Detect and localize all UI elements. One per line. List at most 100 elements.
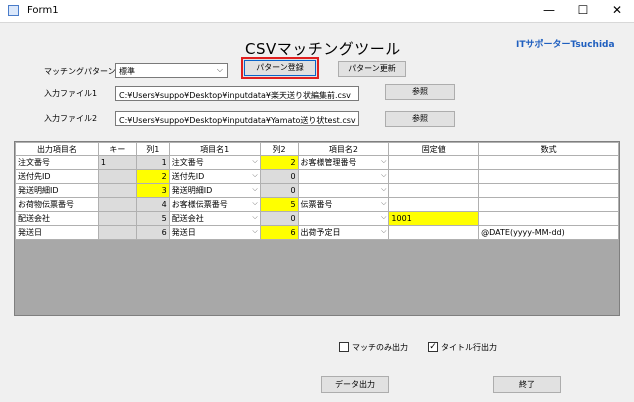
cell-key[interactable]: 1 xyxy=(97,155,137,170)
cell-col2-text: 0 xyxy=(290,214,296,223)
title-row-checkbox[interactable]: ✓ xyxy=(428,342,438,352)
cell-col2[interactable]: 5 xyxy=(259,197,299,212)
register-pattern-button[interactable]: パターン登録 xyxy=(241,57,319,79)
cell-output-name[interactable]: 配送会社 xyxy=(15,211,99,226)
cell-col2[interactable]: 0 xyxy=(259,169,299,184)
cell-item1[interactable]: 発送明細ID ⌵ xyxy=(168,183,261,198)
header-output-name: 出力項目名 xyxy=(15,142,99,156)
chevron-down-icon[interactable]: ⌵ xyxy=(252,213,257,222)
browse-file2-button[interactable]: 参照 xyxy=(385,111,455,127)
cell-key[interactable] xyxy=(97,169,137,184)
pattern-label: マッチングパターン xyxy=(44,67,116,76)
cell-formula[interactable] xyxy=(478,211,619,226)
cell-item2[interactable]: ⌵ xyxy=(297,183,390,198)
chevron-down-icon[interactable]: ⌵ xyxy=(381,171,386,180)
cell-fixed[interactable] xyxy=(388,225,480,240)
page-title: CSVマッチングツール xyxy=(245,40,401,58)
cell-output-name[interactable]: 送付先ID xyxy=(15,169,99,184)
cell-key[interactable] xyxy=(97,211,137,226)
chevron-down-icon[interactable]: ⌵ xyxy=(252,227,257,236)
cell-col2[interactable]: 0 xyxy=(259,211,299,226)
cell-item2[interactable]: 出荷予定日 ⌵ xyxy=(297,225,390,240)
cell-output-name-text: 配送会社 xyxy=(18,214,50,223)
cell-formula[interactable] xyxy=(478,155,619,170)
close-button[interactable]: ✕ xyxy=(600,0,634,22)
match-only-checkbox[interactable] xyxy=(339,342,349,352)
cell-item2[interactable]: ⌵ xyxy=(297,169,390,184)
cell-col1[interactable]: 3 xyxy=(135,183,170,198)
match-only-label: マッチのみ出力 xyxy=(352,343,408,352)
cell-col1[interactable]: 4 xyxy=(135,197,170,212)
maximize-button[interactable]: ☐ xyxy=(566,0,600,22)
cell-output-name[interactable]: お荷物伝票番号 xyxy=(15,197,99,212)
cell-col2[interactable]: 6 xyxy=(259,225,299,240)
table-row[interactable]: 発送日 6 発送日 ⌵ 6 出荷予定日 ⌵ @DATE(yyyy-MM-dd) xyxy=(15,225,619,240)
cell-col2-text: 0 xyxy=(290,186,296,195)
table-row[interactable]: 送付先ID 2 送付先ID ⌵ 0 ⌵ xyxy=(15,169,619,184)
minimize-button[interactable]: — xyxy=(532,0,566,22)
chevron-down-icon[interactable]: ⌵ xyxy=(252,185,257,194)
chevron-down-icon[interactable]: ⌵ xyxy=(252,171,257,180)
cell-fixed[interactable] xyxy=(388,197,480,212)
cell-item2[interactable]: ⌵ xyxy=(297,211,390,226)
cell-output-name[interactable]: 発送日 xyxy=(15,225,99,240)
cell-formula[interactable] xyxy=(478,183,619,198)
cell-col2-text: 6 xyxy=(290,228,296,237)
cell-fixed[interactable] xyxy=(388,155,480,170)
cell-col1[interactable]: 5 xyxy=(135,211,170,226)
chevron-down-icon[interactable]: ⌵ xyxy=(381,185,386,194)
cell-item1[interactable]: 注文番号 ⌵ xyxy=(168,155,261,170)
table-row[interactable]: 発送明細ID 3 発送明細ID ⌵ 0 ⌵ xyxy=(15,183,619,198)
cell-col2[interactable]: 2 xyxy=(259,155,299,170)
chevron-down-icon[interactable]: ⌵ xyxy=(381,157,386,166)
cell-fixed[interactable] xyxy=(388,183,480,198)
cell-key[interactable] xyxy=(97,197,137,212)
browse-file1-button[interactable]: 参照 xyxy=(385,84,455,100)
update-pattern-button[interactable]: パターン更新 xyxy=(338,61,406,77)
cell-formula[interactable] xyxy=(478,197,619,212)
cell-formula[interactable]: @DATE(yyyy-MM-dd) xyxy=(478,225,619,240)
exit-button[interactable]: 終了 xyxy=(493,376,561,393)
cell-item1[interactable]: お客様伝票番号 ⌵ xyxy=(168,197,261,212)
cell-output-name[interactable]: 注文番号 xyxy=(15,155,99,170)
cell-item1[interactable]: 配送会社 ⌵ xyxy=(168,211,261,226)
cell-col2-text: 5 xyxy=(290,200,296,209)
cell-key[interactable] xyxy=(97,183,137,198)
cell-item2[interactable]: 伝票番号 ⌵ xyxy=(297,197,390,212)
mapping-grid[interactable]: 出力項目名 キー 列1 項目名1 列2 項目名2 固定値 数式 注文番号 1 1 注文… xyxy=(14,141,620,316)
table-row[interactable]: 注文番号 1 1 注文番号 ⌵ 2 お客様管理番号 ⌵ xyxy=(15,155,619,170)
mapping-table: 出力項目名 キー 列1 項目名1 列2 項目名2 固定値 数式 注文番号 1 1 注文… xyxy=(15,142,619,240)
input-file1-field[interactable]: C:¥Users¥suppo¥Desktop¥inputdata¥楽天送り状編集… xyxy=(115,86,359,101)
cell-item1[interactable]: 送付先ID ⌵ xyxy=(168,169,261,184)
cell-key[interactable] xyxy=(97,225,137,240)
chevron-down-icon[interactable]: ⌵ xyxy=(381,227,386,236)
chevron-down-icon[interactable]: ⌵ xyxy=(381,199,386,208)
pattern-select-value: 標準 xyxy=(119,67,135,76)
cell-item1[interactable]: 発送日 ⌵ xyxy=(168,225,261,240)
chevron-down-icon[interactable]: ⌵ xyxy=(252,199,257,208)
cell-item2-text: お客様管理番号 xyxy=(300,158,357,167)
pattern-select[interactable]: 標準 ⌵ xyxy=(115,63,228,78)
title-row-label: タイトル行出力 xyxy=(441,343,497,352)
chevron-down-icon[interactable]: ⌵ xyxy=(381,213,386,222)
export-data-button[interactable]: データ出力 xyxy=(321,376,389,393)
cell-output-name-text: 注文番号 xyxy=(18,158,50,167)
cell-col1[interactable]: 6 xyxy=(135,225,170,240)
cell-output-name[interactable]: 発送明細ID xyxy=(15,183,99,198)
cell-item2[interactable]: お客様管理番号 ⌵ xyxy=(297,155,390,170)
cell-col1[interactable]: 1 xyxy=(135,155,170,170)
table-row[interactable]: 配送会社 5 配送会社 ⌵ 0 ⌵ 1001 xyxy=(15,211,619,226)
chevron-down-icon: ⌵ xyxy=(216,65,223,74)
cell-col1[interactable]: 2 xyxy=(135,169,170,184)
input-file2-field[interactable]: C:¥Users¥suppo¥Desktop¥inputdata¥Yamato送… xyxy=(115,111,359,126)
cell-fixed[interactable]: 1001 xyxy=(388,211,480,226)
cell-fixed[interactable] xyxy=(388,169,480,184)
cell-formula[interactable] xyxy=(478,169,619,184)
brand-label: ITサポーターTsuchida xyxy=(516,40,615,50)
cell-key-text: 1 xyxy=(100,158,106,167)
table-row[interactable]: お荷物伝票番号 4 お客様伝票番号 ⌵ 5 伝票番号 ⌵ xyxy=(15,197,619,212)
cell-col2[interactable]: 0 xyxy=(259,183,299,198)
cell-item1-text: お客様伝票番号 xyxy=(171,200,228,209)
chevron-down-icon[interactable]: ⌵ xyxy=(252,157,257,166)
header-item1: 項目名1 xyxy=(168,142,261,156)
